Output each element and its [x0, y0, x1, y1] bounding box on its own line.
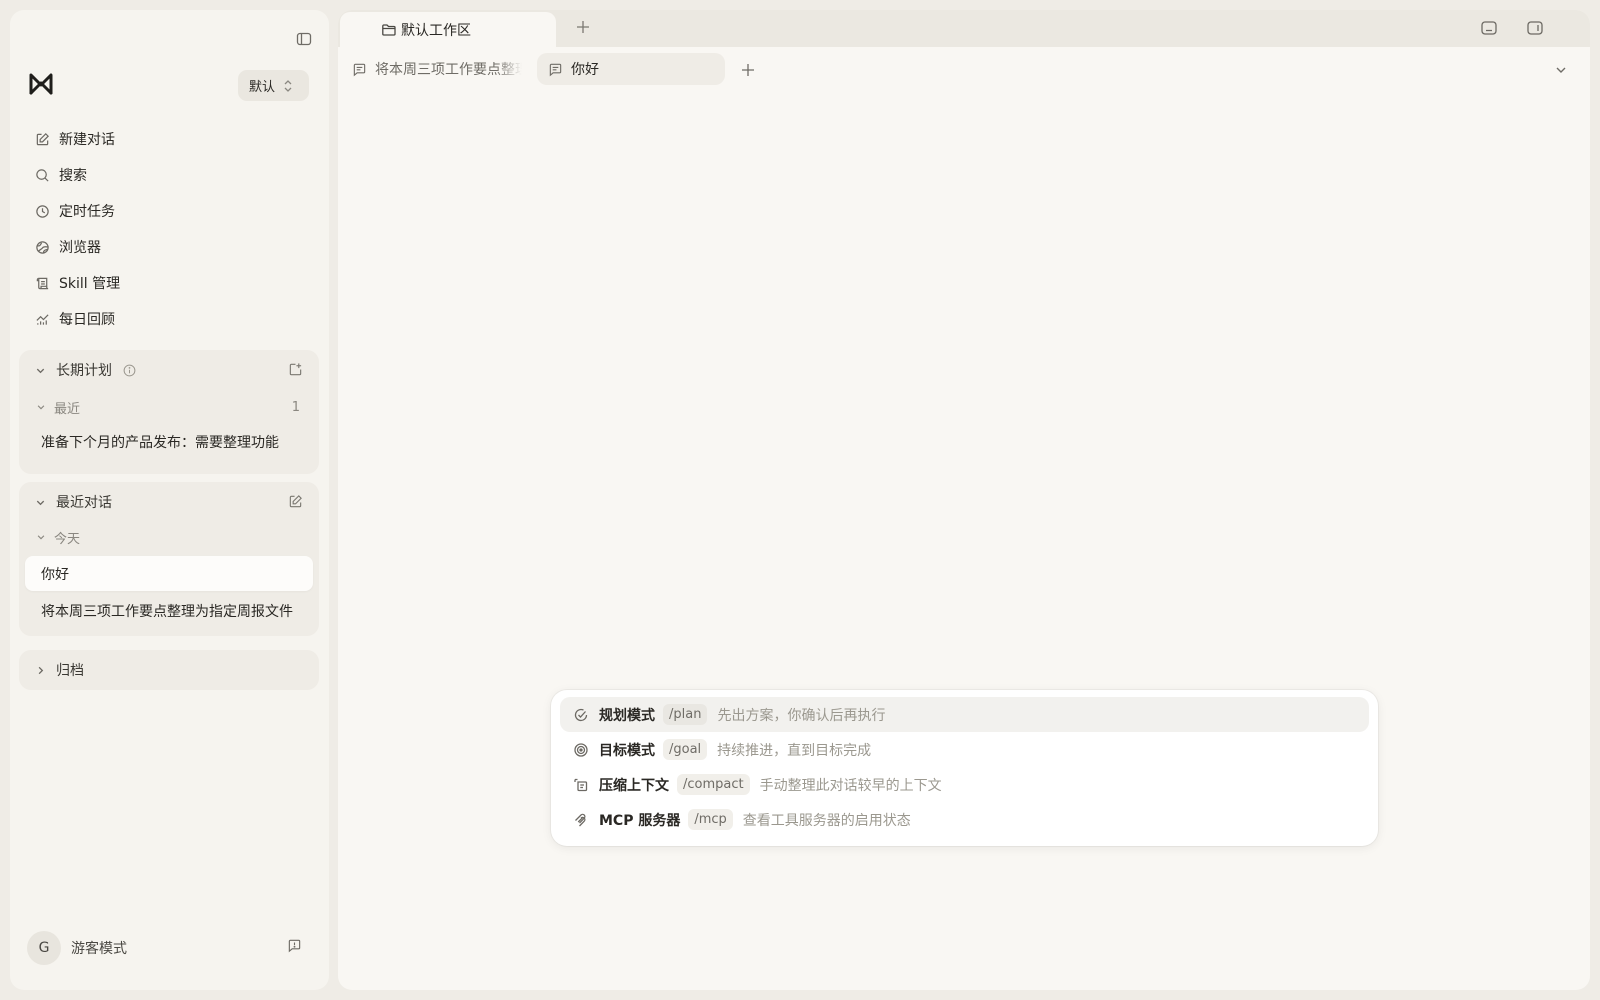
bottom-panel-icon[interactable]: [1480, 19, 1498, 37]
command-desc: 查看工具服务器的启用状态: [742, 812, 911, 829]
command-name: MCP 服务器: [599, 812, 681, 829]
chat-icon: [352, 62, 367, 77]
command-name: 压缩上下文: [599, 777, 669, 794]
chat-tab-label: 将本周三项工作要点整理为指定周报文件: [375, 62, 522, 78]
archive-section: 归档: [19, 650, 319, 690]
sidebar-toggle-icon[interactable]: [293, 28, 315, 50]
nav-label: 定时任务: [59, 204, 115, 220]
compress-icon: [572, 776, 590, 794]
sidebar: 默认 新建对话 搜索 定时任务 浏览器 Skill 管理 每日回顾 长期计划 最…: [10, 10, 329, 990]
add-chat-tab-icon[interactable]: [739, 61, 757, 79]
chat-tab[interactable]: 将本周三项工作要点整理为指定周报文件: [352, 53, 522, 85]
target-icon: [572, 741, 590, 759]
long-term-plan-section: 长期计划 最近 1 准备下个月的产品发布：需要整理功能: [19, 350, 319, 474]
search-icon: [34, 167, 50, 183]
app-window: 默认 新建对话 搜索 定时任务 浏览器 Skill 管理 每日回顾 长期计划 最…: [0, 0, 1600, 1000]
command-slash: /compact: [677, 774, 750, 795]
nav-scheduled-tasks[interactable]: 定时任务: [24, 193, 316, 229]
command-compact[interactable]: 压缩上下文 /compact 手动整理此对话较早的上下文: [560, 767, 1369, 802]
chevron-down-icon: [36, 532, 46, 542]
command-slash: /plan: [663, 704, 708, 725]
chat-tab-bar: 将本周三项工作要点整理为指定周报文件 你好: [338, 47, 1590, 95]
check-circle-icon: [572, 706, 590, 724]
chevron-down-icon: [35, 365, 47, 376]
nav-new-chat[interactable]: 新建对话: [24, 121, 316, 157]
info-icon[interactable]: [123, 364, 136, 377]
plan-item[interactable]: 准备下个月的产品发布：需要整理功能: [25, 424, 313, 459]
avatar: G: [27, 931, 61, 965]
long-term-group-recent[interactable]: 最近 1: [19, 390, 319, 424]
chat-tab-label: 你好: [571, 62, 599, 78]
group-count: 1: [291, 399, 300, 415]
command-name: 目标模式: [599, 742, 655, 759]
feedback-icon[interactable]: [287, 938, 302, 953]
recent-conversations-title: 最近对话: [56, 495, 112, 511]
clock-icon: [34, 203, 50, 219]
server-icon: [572, 811, 590, 829]
nav-label: 搜索: [59, 168, 87, 184]
nav-skill-manage[interactable]: Skill 管理: [24, 265, 316, 301]
command-plan[interactable]: 规划模式 /plan 先出方案，你确认后再执行: [560, 697, 1369, 732]
archive-header[interactable]: 归档: [19, 650, 319, 690]
edit-icon: [34, 131, 50, 147]
workspace-tab[interactable]: 默认工作区: [340, 12, 556, 47]
command-goal[interactable]: 目标模式 /goal 持续推进，直到目标完成: [560, 732, 1369, 767]
group-label: 最近: [54, 401, 81, 417]
chevron-down-icon: [35, 497, 47, 508]
app-logo: [27, 70, 55, 98]
new-chat-icon[interactable]: [288, 494, 303, 509]
sidebar-nav: 新建对话 搜索 定时任务 浏览器 Skill 管理 每日回顾: [24, 121, 316, 337]
chevron-right-icon: [35, 665, 47, 676]
long-term-plan-header[interactable]: 长期计划: [19, 350, 319, 390]
nav-search[interactable]: 搜索: [24, 157, 316, 193]
scroll-icon: [34, 275, 50, 291]
user-name: 游客模式: [71, 941, 127, 957]
command-desc: 先出方案，你确认后再执行: [717, 707, 886, 724]
long-term-plan-title: 长期计划: [56, 363, 112, 379]
command-slash: /mcp: [688, 809, 733, 830]
folder-icon: [381, 22, 397, 38]
command-mcp[interactable]: MCP 服务器 /mcp 查看工具服务器的启用状态: [560, 802, 1369, 837]
nav-browser[interactable]: 浏览器: [24, 229, 316, 265]
chat-tab-active[interactable]: 你好: [537, 53, 725, 85]
nav-label: Skill 管理: [59, 276, 121, 292]
nav-label: 新建对话: [59, 132, 115, 148]
command-desc: 持续推进，直到目标完成: [717, 742, 872, 759]
workspace-select-label: 默认: [249, 80, 276, 95]
user-profile[interactable]: G 游客模式: [27, 928, 315, 968]
workspace-tab-bar: 默认工作区: [338, 10, 1590, 47]
chart-icon: [34, 311, 50, 327]
workspace-select[interactable]: 默认: [238, 70, 309, 101]
command-desc: 手动整理此对话较早的上下文: [759, 777, 942, 794]
chevron-updown-icon: [283, 79, 293, 93]
nav-label: 浏览器: [59, 240, 101, 256]
group-label: 今天: [54, 531, 81, 547]
conversation-item[interactable]: 你好: [25, 556, 313, 591]
globe-icon: [34, 239, 50, 255]
archive-title: 归档: [56, 663, 84, 679]
chat-icon: [548, 62, 563, 77]
conversation-item[interactable]: 将本周三项工作要点整理为指定周报文件: [25, 593, 313, 628]
recent-group-today[interactable]: 今天: [19, 522, 319, 552]
right-panel-icon[interactable]: [1526, 19, 1544, 37]
nav-daily-review[interactable]: 每日回顾: [24, 301, 316, 337]
recent-conversations-section: 最近对话 今天 你好 将本周三项工作要点整理为指定周报文件: [19, 482, 319, 636]
command-slash: /goal: [663, 739, 708, 760]
add-plan-icon[interactable]: [288, 362, 303, 377]
slash-command-menu: 规划模式 /plan 先出方案，你确认后再执行 目标模式 /goal 持续推进，…: [551, 690, 1378, 846]
recent-conversations-header[interactable]: 最近对话: [19, 482, 319, 522]
nav-label: 每日回顾: [59, 312, 115, 328]
chevron-down-icon[interactable]: [1554, 63, 1568, 77]
chevron-down-icon: [36, 402, 46, 412]
add-workspace-icon[interactable]: [574, 18, 592, 36]
workspace-tab-label: 默认工作区: [401, 22, 471, 39]
command-name: 规划模式: [599, 707, 655, 724]
